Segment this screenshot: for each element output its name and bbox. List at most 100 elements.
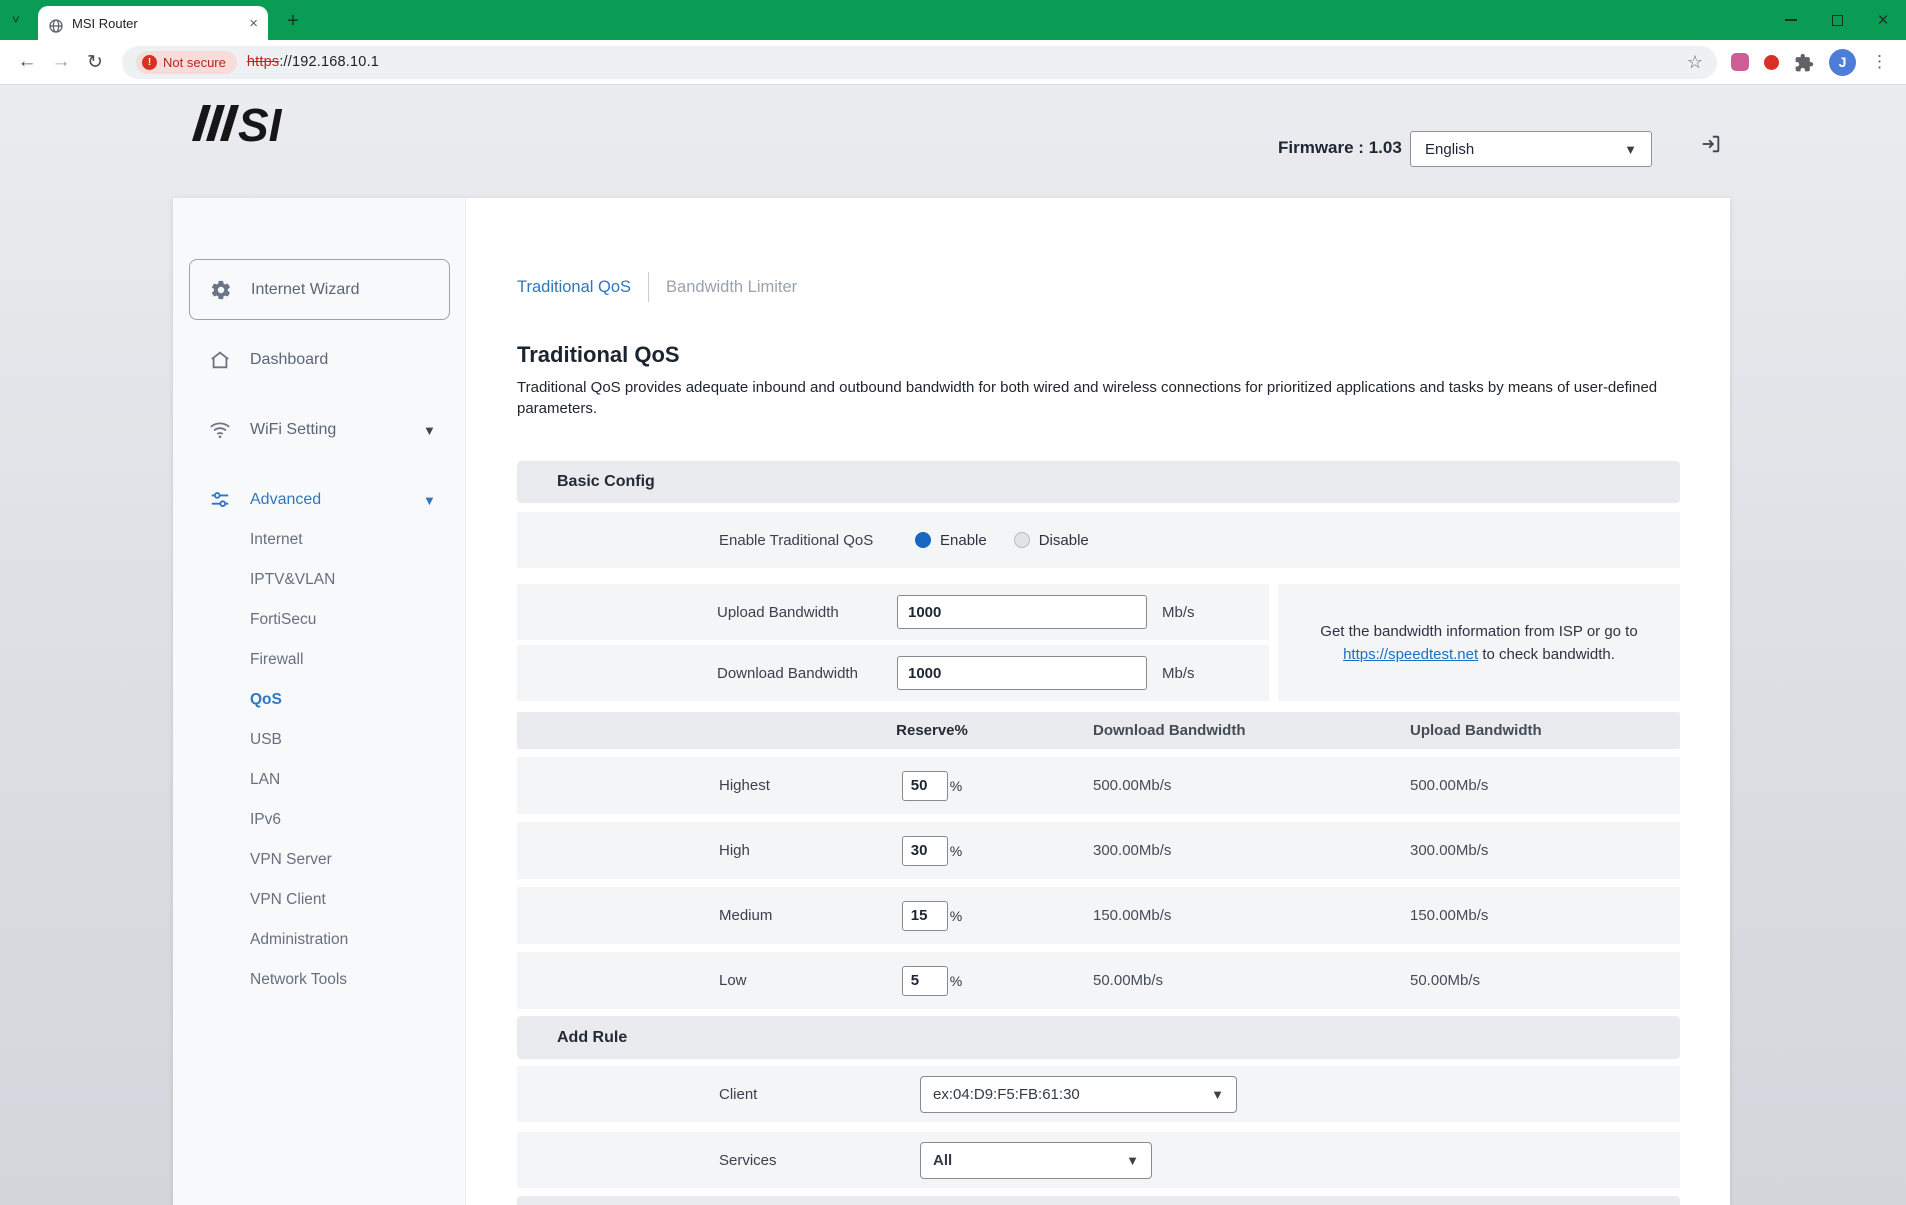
tab-bandwidth-limiter[interactable]: Bandwidth Limiter	[649, 278, 797, 297]
sidebar-item-ipv6[interactable]: IPv6	[173, 800, 465, 840]
radio-unselected-icon[interactable]	[1014, 532, 1030, 548]
disable-radio-option[interactable]: Disable	[1014, 532, 1089, 549]
sidebar-item-label: Internet Wizard	[251, 281, 359, 299]
sidebar-item-qos[interactable]: QoS	[173, 680, 465, 720]
browser-toolbar: ← → ↻ ! Not secure https://192.168.10.1 …	[0, 40, 1906, 85]
sidebar-item-fortisecu[interactable]: FortiSecu	[173, 600, 465, 640]
maximize-button[interactable]	[1814, 0, 1860, 40]
download-column-header: Download Bandwidth	[1007, 722, 1327, 739]
tab-title: MSI Router	[72, 16, 241, 31]
browser-titlebar: ˅ MSI Router × + ×	[0, 0, 1906, 40]
sidebar-item-administration[interactable]: Administration	[173, 920, 465, 960]
reserve-input-medium[interactable]	[902, 901, 948, 931]
firmware-label: Firmware : 1.03	[1278, 138, 1402, 158]
download-value: 150.00Mb/s	[1007, 907, 1327, 924]
upload-value: 150.00Mb/s	[1327, 907, 1680, 924]
minimize-button[interactable]	[1768, 0, 1814, 40]
services-select[interactable]: All ▼	[920, 1142, 1152, 1179]
chevron-down-icon[interactable]: ▼	[423, 423, 436, 438]
page-title: Traditional QoS	[517, 342, 1680, 368]
radio-selected-icon[interactable]	[915, 532, 931, 548]
globe-favicon-icon	[48, 15, 64, 31]
upload-bandwidth-row: Upload Bandwidth Mb/s	[517, 584, 1269, 640]
sidebar-item-label: Dashboard	[250, 351, 328, 369]
download-unit-label: Mb/s	[1162, 665, 1195, 682]
forward-button[interactable]: →	[44, 45, 78, 79]
qos-row-medium: Medium % 150.00Mb/s 150.00Mb/s	[517, 887, 1680, 944]
bandwidth-section: Upload Bandwidth Mb/s Download Bandwidth…	[517, 584, 1680, 701]
upload-bandwidth-label: Upload Bandwidth	[717, 604, 897, 621]
priority-label: Highest	[517, 777, 857, 794]
browser-tab[interactable]: MSI Router ×	[38, 6, 268, 40]
sidebar-item-advanced[interactable]: Advanced ▼	[173, 480, 465, 520]
upload-bandwidth-input[interactable]	[897, 595, 1147, 629]
url-scheme: https	[247, 54, 279, 70]
client-row: Client ex:04:D9:F5:FB:61:30 ▼	[517, 1066, 1680, 1122]
logout-button[interactable]	[1700, 133, 1730, 163]
close-icon: ×	[1877, 11, 1888, 30]
svg-text:SI: SI	[238, 101, 283, 145]
tab-close-icon[interactable]: ×	[249, 16, 258, 31]
qos-row-high: High % 300.00Mb/s 300.00Mb/s	[517, 822, 1680, 879]
enable-radio-option[interactable]: Enable	[915, 532, 987, 549]
enable-qos-label: Enable Traditional QoS	[719, 532, 915, 549]
sidebar-item-usb[interactable]: USB	[173, 720, 465, 760]
sidebar-item-vpn-client[interactable]: VPN Client	[173, 880, 465, 920]
sidebar-item-dashboard[interactable]: Dashboard	[173, 340, 465, 380]
sidebar-item-internet-wizard[interactable]: Internet Wizard	[189, 259, 450, 320]
refresh-button[interactable]: ↻	[78, 45, 112, 79]
minimize-icon	[1785, 19, 1797, 21]
bookmark-star-icon[interactable]: ☆	[1687, 52, 1703, 73]
address-bar[interactable]: ! Not secure https://192.168.10.1 ☆	[122, 46, 1717, 79]
window-close-button[interactable]: ×	[1860, 0, 1906, 40]
qos-tabs: Traditional QoS Bandwidth Limiter	[517, 270, 1680, 304]
download-bandwidth-input[interactable]	[897, 656, 1147, 690]
tab-traditional-qos[interactable]: Traditional QoS	[517, 278, 648, 297]
browser-menu-icon[interactable]: ⋮	[1871, 52, 1888, 72]
back-button[interactable]: ←	[10, 45, 44, 79]
client-select[interactable]: ex:04:D9:F5:FB:61:30 ▼	[920, 1076, 1237, 1113]
url-host: ://192.168.10.1	[279, 54, 379, 70]
sidebar-item-label: Advanced	[250, 491, 321, 509]
chevron-down-icon: ▼	[1624, 142, 1637, 157]
pink-extension-icon[interactable]	[1731, 53, 1749, 71]
home-icon	[209, 349, 231, 371]
security-label: Not secure	[163, 55, 226, 70]
profile-avatar[interactable]: J	[1829, 49, 1856, 76]
sidebar: Internet Wizard Dashboard WiFi Setting ▼	[173, 198, 466, 1205]
language-select[interactable]: English ▼	[1410, 131, 1652, 167]
content-card: Internet Wizard Dashboard WiFi Setting ▼	[173, 198, 1730, 1205]
sidebar-item-network-tools[interactable]: Network Tools	[173, 960, 465, 1000]
download-value: 50.00Mb/s	[1007, 972, 1327, 989]
reserve-input-low[interactable]	[902, 966, 948, 996]
reserve-input-highest[interactable]	[902, 771, 948, 801]
chevron-down-icon[interactable]: ˅	[12, 12, 20, 27]
new-tab-button[interactable]: +	[280, 8, 306, 34]
sidebar-item-internet[interactable]: Internet	[173, 520, 465, 560]
speedtest-link[interactable]: https://speedtest.net	[1343, 646, 1478, 663]
logout-icon	[1700, 133, 1730, 163]
warning-icon: !	[142, 55, 157, 70]
upload-value: 50.00Mb/s	[1327, 972, 1680, 989]
qos-row-low: Low % 50.00Mb/s 50.00Mb/s	[517, 952, 1680, 1009]
chevron-down-icon[interactable]: ▼	[423, 493, 436, 508]
priority-label: High	[517, 842, 857, 859]
extensions-puzzle-icon[interactable]	[1794, 52, 1814, 72]
priority-label: Low	[517, 972, 857, 989]
sidebar-item-firewall[interactable]: Firewall	[173, 640, 465, 680]
add-rule-header: Add Rule	[517, 1016, 1680, 1059]
advanced-submenu: Internet IPTV&VLAN FortiSecu Firewall Qo…	[173, 520, 465, 1000]
sidebar-item-lan[interactable]: LAN	[173, 760, 465, 800]
chevron-down-icon: ▼	[1211, 1087, 1224, 1102]
page-description: Traditional QoS provides adequate inboun…	[517, 377, 1680, 419]
sidebar-item-iptv-vlan[interactable]: IPTV&VLAN	[173, 560, 465, 600]
sidebar-item-wifi-setting[interactable]: WiFi Setting ▼	[173, 410, 465, 450]
reserve-input-high[interactable]	[902, 836, 948, 866]
not-secure-badge[interactable]: ! Not secure	[136, 51, 237, 74]
url-text: https://192.168.10.1	[247, 54, 379, 70]
sidebar-item-vpn-server[interactable]: VPN Server	[173, 840, 465, 880]
enable-option-label: Enable	[940, 532, 987, 549]
enable-qos-row: Enable Traditional QoS Enable Disable	[517, 512, 1680, 568]
main-content: Traditional QoS Bandwidth Limiter Tradit…	[466, 198, 1730, 1205]
red-extension-icon[interactable]	[1764, 55, 1779, 70]
